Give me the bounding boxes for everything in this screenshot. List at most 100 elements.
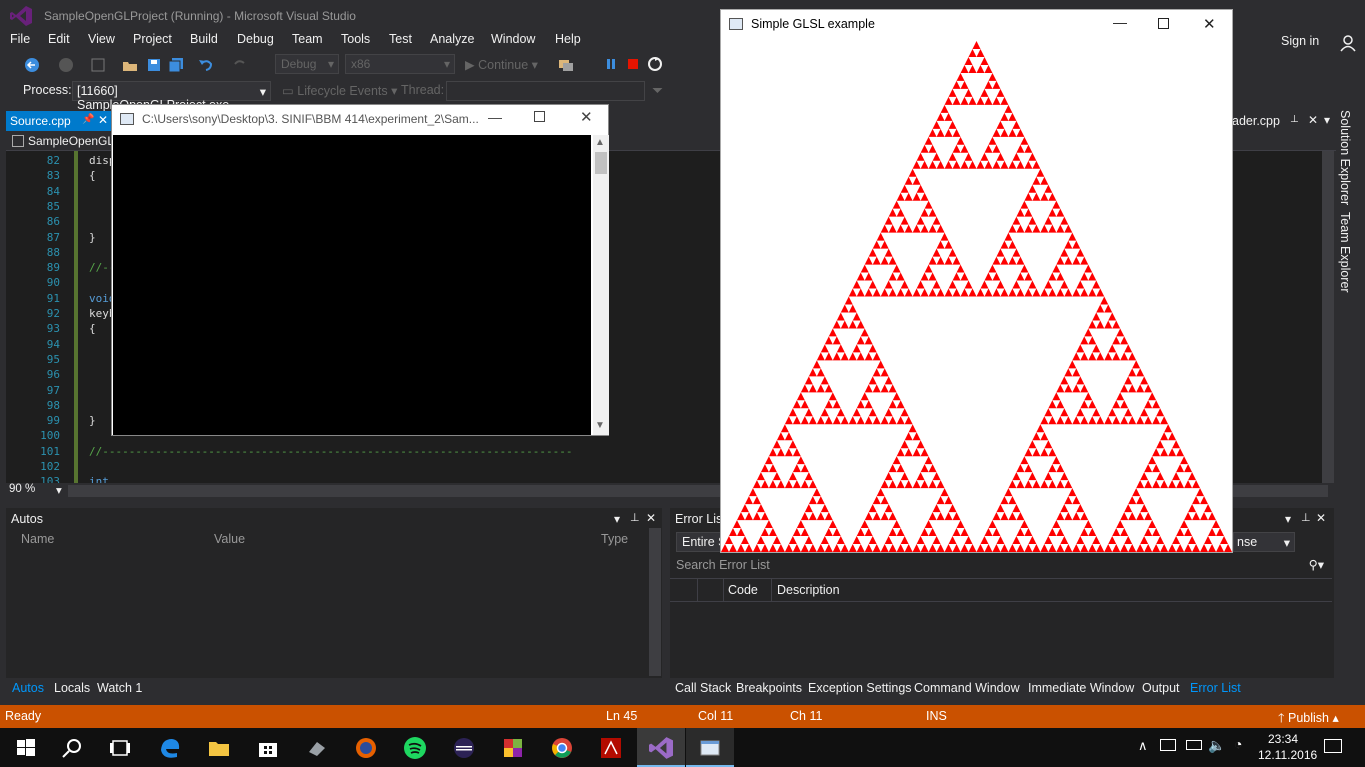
new-project-icon[interactable] xyxy=(90,57,108,75)
zoom-select[interactable]: 90 % ▾ xyxy=(6,483,66,500)
console-output[interactable] xyxy=(113,135,591,435)
column-value[interactable]: Value xyxy=(214,532,245,546)
close-icon[interactable]: ✕ xyxy=(1316,511,1326,525)
search-icon[interactable] xyxy=(60,736,84,760)
code-line[interactable]: { xyxy=(89,169,96,182)
opengl-window[interactable]: Simple GLSL example — ✕ xyxy=(720,9,1233,553)
menu-build[interactable]: Build xyxy=(190,32,218,46)
code-line[interactable]: { xyxy=(89,322,96,335)
tab-output[interactable]: Output xyxy=(1142,681,1180,695)
restart-icon[interactable] xyxy=(647,56,663,72)
menu-view[interactable]: View xyxy=(88,32,115,46)
tab-source-cpp[interactable]: Source.cpp 📌 ✕ xyxy=(6,111,114,131)
spotify-icon[interactable] xyxy=(403,736,427,760)
acrobat-icon[interactable] xyxy=(599,736,623,760)
vertical-scrollbar[interactable] xyxy=(1322,151,1334,483)
save-all-icon[interactable] xyxy=(168,57,186,75)
close-icon[interactable]: ✕ xyxy=(1203,15,1216,33)
eclipse-icon[interactable] xyxy=(452,736,476,760)
clock-time[interactable]: 23:34 xyxy=(1268,732,1298,746)
menu-debug[interactable]: Debug xyxy=(237,32,274,46)
firefox-icon[interactable] xyxy=(354,736,378,760)
sign-in-link[interactable]: Sign in xyxy=(1281,34,1319,48)
chevron-down-icon[interactable]: ▾ xyxy=(1285,512,1291,526)
minimize-icon[interactable]: — xyxy=(488,109,502,125)
scroll-thumb[interactable] xyxy=(595,152,607,174)
back-icon[interactable] xyxy=(24,57,42,75)
menu-edit[interactable]: Edit xyxy=(48,32,70,46)
user-icon[interactable] xyxy=(1339,34,1357,52)
close-icon[interactable]: ✕ xyxy=(1308,113,1318,127)
file-explorer-icon[interactable] xyxy=(207,736,231,760)
battery-icon[interactable] xyxy=(1186,740,1202,750)
tab-immediate-window[interactable]: Immediate Window xyxy=(1028,681,1134,695)
configuration-select[interactable]: Debug ▾ xyxy=(275,54,339,74)
tab-exception-settings[interactable]: Exception Settings xyxy=(808,681,912,695)
vertical-scrollbar[interactable]: ▲ ▼ xyxy=(593,135,609,435)
build-filter-select[interactable]: nse ▾ xyxy=(1233,532,1295,552)
vertical-scrollbar[interactable] xyxy=(649,528,661,676)
filter-icon[interactable]: ⏷ xyxy=(652,82,663,99)
console-taskbar-button[interactable] xyxy=(686,728,734,767)
keyboard-icon[interactable] xyxy=(1160,739,1176,751)
close-icon[interactable]: ✕ xyxy=(646,511,656,525)
close-icon[interactable]: ✕ xyxy=(98,113,108,127)
menu-project[interactable]: Project xyxy=(133,32,172,46)
chevron-down-icon[interactable]: ▾ xyxy=(614,512,620,526)
redo-icon[interactable] xyxy=(232,57,250,75)
search-icon[interactable]: ⚲▾ xyxy=(1309,557,1324,572)
menu-window[interactable]: Window xyxy=(491,32,535,46)
solution-explorer-tab[interactable]: Solution Explorer xyxy=(1338,110,1352,205)
clock-date[interactable]: 12.11.2016 xyxy=(1258,748,1317,762)
chevron-up-icon[interactable]: ▲ xyxy=(595,137,605,148)
stop-icon[interactable] xyxy=(626,57,640,71)
tab-locals[interactable]: Locals xyxy=(54,681,90,695)
platform-select[interactable]: x86 ▾ xyxy=(345,54,455,74)
menu-analyze[interactable]: Analyze xyxy=(430,32,474,46)
nav-project[interactable]: SampleOpenGL xyxy=(28,134,114,148)
column-name[interactable]: Name xyxy=(21,532,54,546)
process-select[interactable]: [11660] SampleOpenGLProject.exe ▾ xyxy=(72,81,271,112)
code-line[interactable]: } xyxy=(89,231,96,244)
tab-overflow-icon[interactable]: ▾ xyxy=(1324,113,1330,127)
chrome-icon[interactable] xyxy=(550,736,574,760)
store-icon[interactable] xyxy=(256,736,280,760)
open-file-icon[interactable] xyxy=(122,57,140,75)
thread-select[interactable] xyxy=(446,81,645,101)
column-type[interactable]: Type xyxy=(601,532,628,546)
task-view-icon[interactable] xyxy=(108,736,132,760)
console-window[interactable]: C:\Users\sony\Desktop\3. SINIF\BBM 414\e… xyxy=(111,104,609,436)
undo-icon[interactable] xyxy=(198,57,216,75)
maximize-icon[interactable] xyxy=(534,111,545,122)
pin-icon[interactable]: 📌 xyxy=(82,114,94,125)
winrar-icon[interactable] xyxy=(501,736,525,760)
pin-icon[interactable]: ⊥ xyxy=(630,511,640,524)
pause-icon[interactable] xyxy=(604,57,618,71)
notifications-icon[interactable] xyxy=(1324,739,1342,753)
search-error-list-input[interactable]: Search Error List ⚲▾ xyxy=(670,556,1332,576)
menu-team[interactable]: Team xyxy=(292,32,323,46)
visual-studio-taskbar-button[interactable] xyxy=(637,728,685,767)
close-icon[interactable]: ✕ xyxy=(580,108,593,126)
tab-command-window[interactable]: Command Window xyxy=(914,681,1020,695)
code-line[interactable]: int xyxy=(89,475,109,483)
tab-watch-1[interactable]: Watch 1 xyxy=(97,681,142,695)
tab-shader-cpp[interactable]: ader.cpp xyxy=(1232,114,1280,128)
wifi-icon[interactable]: ◔ xyxy=(1234,736,1242,752)
edge-icon[interactable] xyxy=(158,736,182,760)
tab-call-stack[interactable]: Call Stack xyxy=(675,681,731,695)
column-description[interactable]: Description xyxy=(777,583,840,597)
menu-file[interactable]: File xyxy=(10,32,30,46)
volume-icon[interactable]: 🔈 xyxy=(1208,737,1225,754)
tab-breakpoints[interactable]: Breakpoints xyxy=(736,681,802,695)
publish-button[interactable]: 🡑 Publish ▴ xyxy=(1278,709,1339,730)
chevron-up-icon[interactable]: ∧ xyxy=(1138,738,1148,754)
menu-tools[interactable]: Tools xyxy=(341,32,370,46)
maximize-icon[interactable] xyxy=(1158,18,1169,29)
windows-start-icon[interactable] xyxy=(14,736,38,760)
code-line[interactable]: //--------------------------------------… xyxy=(89,445,572,458)
chevron-down-icon[interactable]: ▼ xyxy=(595,420,605,431)
team-explorer-tab[interactable]: Team Explorer xyxy=(1338,212,1352,293)
pin-icon[interactable]: ⊥ xyxy=(1290,114,1299,125)
lifecycle-events-button[interactable]: ▭ Lifecycle Events ▾ xyxy=(282,83,397,98)
